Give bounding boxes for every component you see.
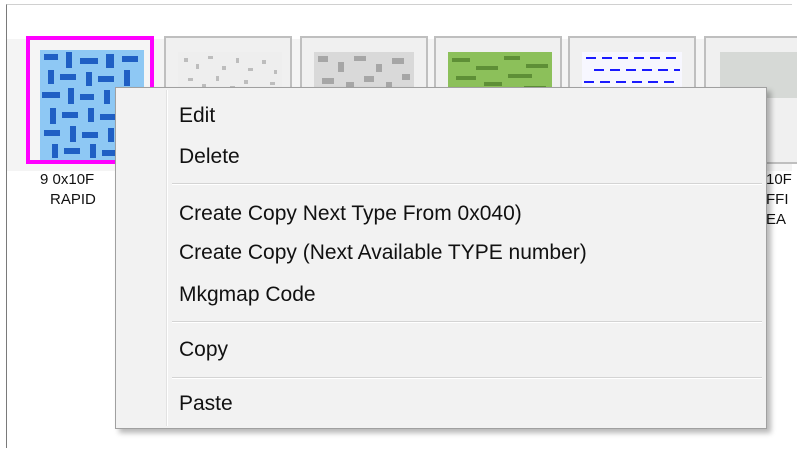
tile-6-label-line1: 10F [766,171,792,188]
menu-item-create-copy-next-type[interactable]: Create Copy Next Type From 0x040) [118,197,764,231]
menu-item-copy[interactable]: Copy [118,333,764,367]
tile-6-label-line2: FFI [766,191,789,208]
menu-item-delete[interactable]: Delete [118,140,764,174]
menu-separator [172,321,762,323]
menu-item-mkgmap-code[interactable]: Mkgmap Code [118,278,764,312]
menu-item-create-copy-next-available[interactable]: Create Copy (Next Available TYPE number) [118,236,764,270]
menu-separator [172,183,762,185]
tile-1-label-line2: RAPID [50,191,96,208]
menu-item-edit[interactable]: Edit [118,99,764,133]
tile-1-label-line1: 9 0x10F [40,171,95,188]
menu-separator [172,377,762,379]
tile-6-label-line3: EA [766,211,787,228]
context-menu: Edit Delete Create Copy Next Type From 0… [115,87,767,429]
menu-item-paste[interactable]: Paste [118,387,764,421]
